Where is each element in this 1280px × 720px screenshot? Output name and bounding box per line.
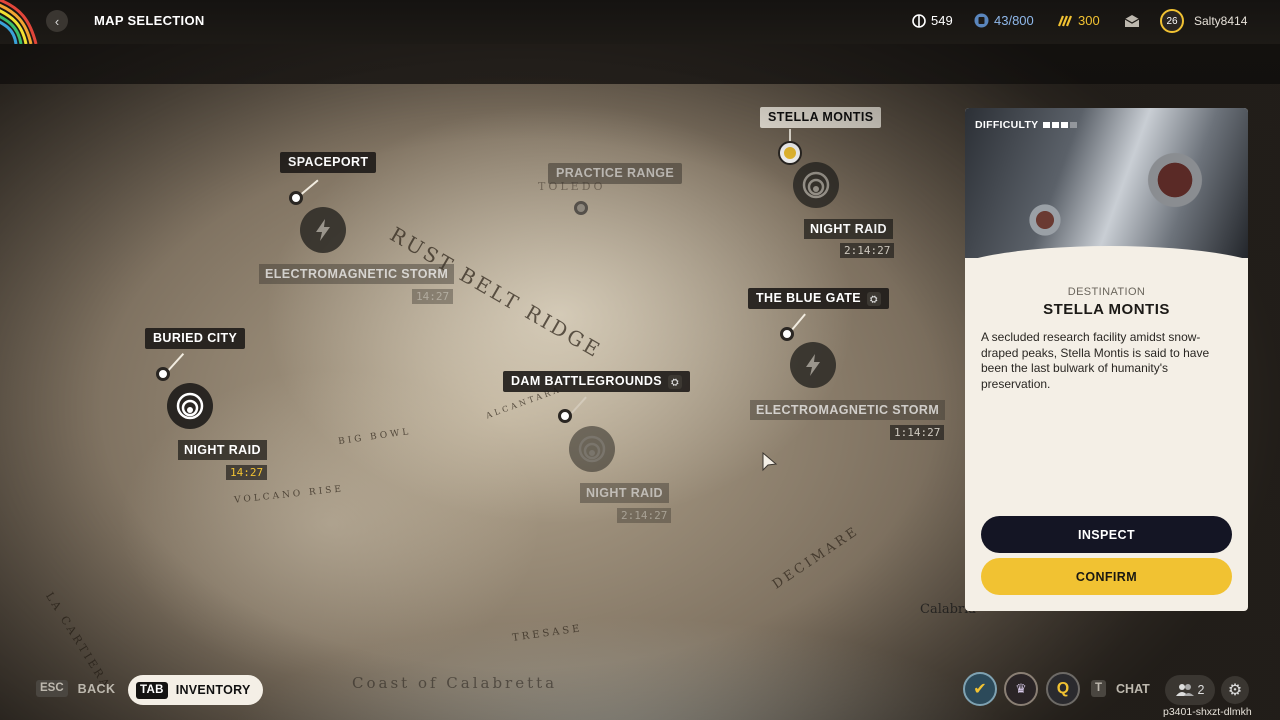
- event-timer: 2:14:27: [617, 508, 672, 523]
- esc-key: ESC: [36, 680, 68, 697]
- location-pin-dam-battlegrounds[interactable]: [558, 409, 572, 423]
- credits-counter[interactable]: 549: [912, 13, 953, 28]
- destination-caption: DESTINATION: [1067, 286, 1146, 298]
- inspect-button[interactable]: INSPECT: [981, 516, 1232, 553]
- location-label-practice-range[interactable]: PRACTICE RANGE: [548, 163, 683, 184]
- event-timer: 2:14:27: [840, 243, 895, 258]
- location-label-stella-montis[interactable]: STELLA MONTIS: [760, 107, 882, 128]
- top-bar: ‹ MAP SELECTION 549 43/800 300 26 Salty8…: [0, 0, 1280, 44]
- stash-counter[interactable]: 43/800: [974, 13, 1034, 28]
- night-raid-event-marker[interactable]: [569, 426, 615, 472]
- night-raid-icon: [802, 171, 830, 199]
- chat-label: CHAT: [1116, 681, 1150, 696]
- night-raid-icon: [176, 392, 204, 420]
- party-count: 2: [1197, 683, 1205, 697]
- location-label-spaceport[interactable]: SPACEPORT: [280, 152, 377, 173]
- back-label: BACK: [77, 681, 116, 696]
- inventory-label: INVENTORY: [175, 683, 251, 697]
- storm-event-marker[interactable]: [300, 207, 346, 253]
- chat-hint[interactable]: T CHAT: [1091, 680, 1150, 697]
- storm-icon: [316, 219, 330, 241]
- region-label: Coast of Calabretta: [352, 674, 558, 692]
- difficulty-bars: [1043, 122, 1078, 128]
- back-hint[interactable]: ESC BACK: [36, 680, 115, 697]
- stash-icon: [974, 13, 989, 28]
- player-level-badge[interactable]: 26: [1160, 9, 1184, 33]
- location-label-buried-city[interactable]: BURIED CITY: [145, 328, 246, 349]
- event-label: ELECTROMAGNETIC STORM: [750, 400, 946, 420]
- location-pin-practice-range[interactable]: [574, 201, 588, 215]
- location-label-the-blue-gate[interactable]: THE BLUE GATE ⛭: [748, 288, 889, 309]
- gear-icon: ⚙: [1227, 682, 1243, 699]
- confirm-button[interactable]: CONFIRM: [981, 558, 1232, 595]
- settings-button[interactable]: ⚙: [1221, 676, 1249, 704]
- username[interactable]: Salty8414: [1194, 14, 1247, 28]
- storm-event-marker[interactable]: [790, 342, 836, 388]
- party-button[interactable]: 2: [1165, 675, 1215, 705]
- lock-icon: ⛭: [668, 374, 683, 389]
- night-raid-icon: [578, 435, 606, 463]
- event-label: NIGHT RAID: [178, 440, 267, 460]
- location-pin-the-blue-gate[interactable]: [780, 327, 794, 341]
- chevron-left-icon: ‹: [54, 13, 60, 29]
- raider-tokens-icon: [1057, 15, 1073, 26]
- page-title: MAP SELECTION: [94, 13, 205, 28]
- location-pin-stella-montis[interactable]: [780, 143, 800, 163]
- event-label: ELECTROMAGNETIC STORM: [259, 264, 455, 284]
- tab-key: TAB: [136, 681, 168, 699]
- session-id: p3401-shxzt-dlmkh: [1163, 706, 1252, 718]
- storm-icon: [806, 354, 820, 376]
- credits-icon: [912, 13, 926, 28]
- location-label-dam-battlegrounds[interactable]: DAM BATTLEGROUNDS ⛭: [503, 371, 691, 392]
- mail-icon[interactable]: [1124, 14, 1140, 28]
- t-key: T: [1091, 680, 1107, 697]
- destination-panel: DIFFICULTY DESTINATION STELLA MONTIS A s…: [965, 108, 1248, 611]
- inventory-button[interactable]: TAB INVENTORY: [128, 675, 263, 705]
- night-raid-event-marker[interactable]: [793, 162, 839, 208]
- event-timer: 1:14:27: [890, 425, 945, 440]
- difficulty-indicator: DIFFICULTY: [975, 119, 1078, 131]
- destination-name: STELLA MONTIS: [1043, 301, 1170, 318]
- mouse-cursor-icon: [762, 452, 778, 472]
- event-label: NIGHT RAID: [580, 483, 669, 503]
- brand-stripes-icon: [0, 0, 38, 44]
- night-raid-event-marker[interactable]: [167, 383, 213, 429]
- party-icon: [1175, 684, 1194, 696]
- raider-tokens-counter[interactable]: 300: [1057, 13, 1100, 28]
- checkmark-medal-icon[interactable]: ✔: [963, 672, 997, 706]
- event-timer: 14:27: [226, 465, 268, 480]
- lock-icon: ⛭: [866, 291, 881, 306]
- location-pin-buried-city[interactable]: [156, 367, 170, 381]
- event-timer: 14:27: [412, 289, 454, 304]
- back-arrow-button[interactable]: ‹: [46, 10, 68, 32]
- destination-description: A secluded research facility amidst snow…: [981, 330, 1210, 391]
- event-label: NIGHT RAID: [804, 219, 893, 239]
- crown-emblem-icon[interactable]: ♛: [1004, 672, 1038, 706]
- location-pin-spaceport[interactable]: [289, 191, 303, 205]
- q-emblem-icon[interactable]: Q: [1046, 672, 1080, 706]
